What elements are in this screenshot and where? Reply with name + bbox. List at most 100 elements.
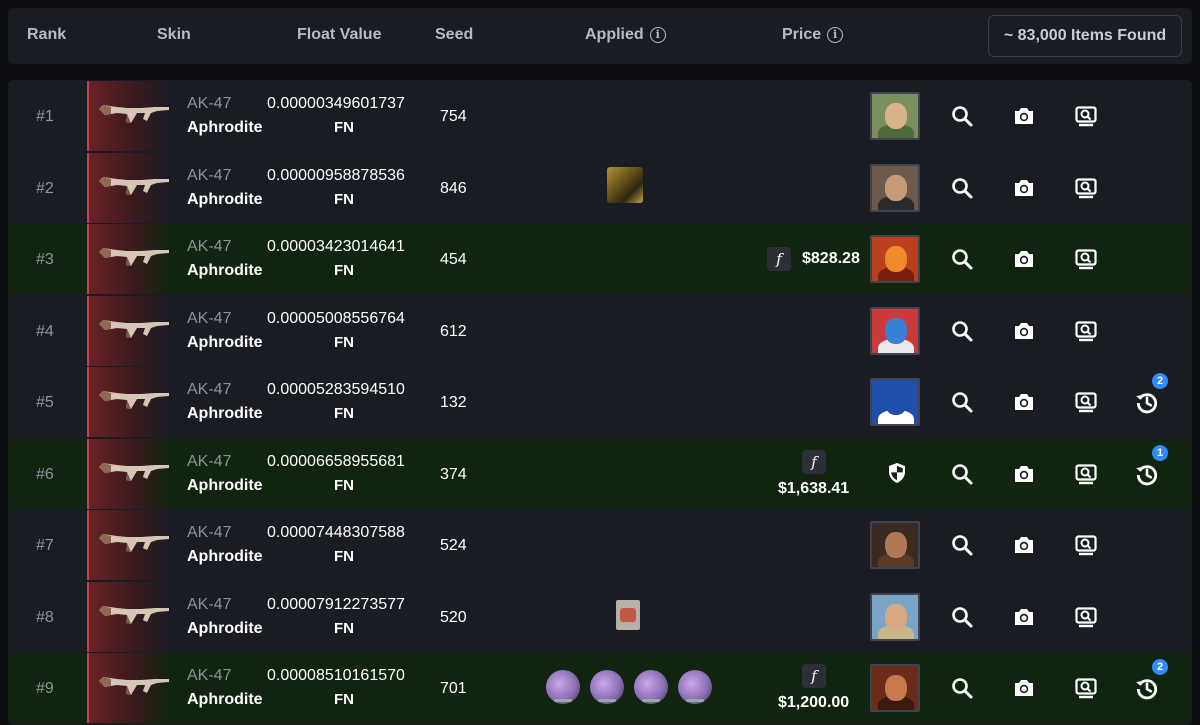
camera-icon[interactable] (1012, 605, 1036, 634)
skin-name: Aphrodite (187, 262, 263, 279)
rank-label: #1 (36, 108, 54, 125)
sticker-image[interactable] (634, 670, 668, 704)
wear-label: FN (334, 119, 354, 136)
sticker-image[interactable] (546, 670, 580, 704)
seed-value: 374 (440, 465, 467, 483)
camera-icon[interactable] (1012, 104, 1036, 133)
skin-thumbnail[interactable] (87, 224, 169, 294)
table-row[interactable]: #2 AK-47 Aphrodite 0.00000958878536 FN 846 (8, 152, 1192, 223)
column-skin[interactable]: Skin (157, 26, 191, 44)
screen-search-icon[interactable] (1074, 605, 1098, 634)
float-value[interactable]: 0.00008510161570 (267, 667, 405, 685)
table-row[interactable]: #7 AK-47 Aphrodite 0.00007448307588 FN 524 (8, 510, 1192, 580)
screen-search-icon[interactable] (1074, 533, 1098, 562)
search-icon[interactable] (950, 319, 974, 348)
table-row[interactable]: #3 AK-47 Aphrodite 0.00003423014641 FN 454 f $8… (8, 224, 1192, 294)
column-rank[interactable]: Rank (27, 26, 66, 44)
float-value[interactable]: 0.00006658955681 (267, 453, 405, 471)
camera-icon[interactable] (1012, 462, 1036, 491)
agent-avatar[interactable] (870, 306, 920, 355)
screen-search-icon[interactable] (1074, 176, 1098, 205)
info-icon[interactable]: i (827, 27, 844, 43)
column-applied[interactable]: Applied i (585, 26, 666, 44)
camera-icon[interactable] (1012, 176, 1036, 205)
float-value[interactable]: 0.00003423014641 (267, 238, 405, 256)
weapon-name: AK-47 (187, 667, 232, 684)
search-icon[interactable] (950, 605, 974, 634)
rank-label: #3 (36, 251, 54, 268)
skin-thumbnail[interactable] (87, 152, 169, 223)
agent-avatar[interactable] (870, 521, 920, 569)
search-icon[interactable] (950, 462, 974, 491)
skin-thumbnail[interactable] (87, 581, 169, 652)
float-value[interactable]: 0.00005283594510 (267, 381, 405, 399)
skin-thumbnail[interactable] (87, 295, 169, 366)
camera-icon[interactable] (1012, 390, 1036, 419)
float-badge[interactable]: f (767, 247, 791, 271)
skin-thumbnail[interactable] (87, 510, 169, 580)
table-row[interactable]: #4 AK-47 Aphrodite 0.00005008556764 FN 612 (8, 295, 1192, 366)
sticker-image[interactable] (590, 670, 624, 704)
table-row[interactable]: #9 AK-47 Aphrodite 0.00008510161570 FN 701 f $1… (8, 653, 1192, 723)
search-icon[interactable] (950, 390, 974, 419)
skin-thumbnail[interactable] (87, 438, 169, 509)
history-icon[interactable] (1134, 389, 1160, 420)
float-badge[interactable]: f (802, 449, 826, 474)
info-icon[interactable]: i (649, 27, 666, 43)
wear-label: FN (334, 262, 354, 279)
search-icon[interactable] (950, 176, 974, 205)
agent-avatar[interactable] (870, 592, 920, 641)
table-row[interactable]: #1 AK-47 Aphrodite 0.00000349601737 FN 754 (8, 81, 1192, 151)
price-label: $1,200.00 (778, 694, 850, 711)
search-icon[interactable] (950, 533, 974, 562)
screen-search-icon[interactable] (1074, 104, 1098, 133)
search-icon[interactable] (950, 676, 974, 705)
column-float-value[interactable]: Float Value (297, 26, 381, 44)
skin-name: Aphrodite (187, 405, 263, 422)
sticker-image[interactable] (678, 670, 712, 704)
screen-search-icon[interactable] (1074, 462, 1098, 491)
history-icon[interactable] (1134, 675, 1160, 706)
skin-thumbnail[interactable] (87, 81, 169, 151)
agent-avatar[interactable] (870, 664, 920, 712)
float-value[interactable]: 0.00000958878536 (267, 167, 405, 185)
skin-thumbnail[interactable] (87, 367, 169, 437)
column-seed[interactable]: Seed (435, 26, 473, 44)
screen-search-icon[interactable] (1074, 247, 1098, 276)
screen-search-icon[interactable] (1074, 676, 1098, 705)
agent-avatar[interactable] (870, 378, 920, 426)
float-value[interactable]: 0.00000349601737 (267, 95, 405, 113)
shield-icon (885, 461, 909, 490)
camera-icon[interactable] (1012, 676, 1036, 705)
price-label: $1,638.41 (778, 479, 850, 497)
search-icon[interactable] (950, 247, 974, 276)
float-value[interactable]: 0.00007448307588 (267, 524, 405, 542)
camera-icon[interactable] (1012, 319, 1036, 348)
table-row[interactable]: #6 AK-47 Aphrodite 0.00006658955681 FN 374 f $1… (8, 438, 1192, 509)
agent-avatar[interactable] (870, 92, 920, 140)
table-row[interactable]: #8 AK-47 Aphrodite 0.00007912273577 FN 520 (8, 581, 1192, 652)
seed-value: 754 (440, 108, 467, 125)
screen-search-icon[interactable] (1074, 390, 1098, 419)
agent-avatar[interactable] (870, 235, 920, 283)
search-icon[interactable] (950, 104, 974, 133)
rank-label: #4 (36, 322, 54, 340)
camera-icon[interactable] (1012, 533, 1036, 562)
agent-avatar[interactable] (870, 163, 920, 212)
skin-thumbnail[interactable] (87, 653, 169, 723)
history-count-badge: 2 (1152, 659, 1168, 675)
rank-label: #5 (36, 394, 54, 411)
camera-icon[interactable] (1012, 247, 1036, 276)
screen-search-icon[interactable] (1074, 319, 1098, 348)
history-icon[interactable] (1134, 461, 1160, 492)
skin-name: Aphrodite (187, 190, 263, 208)
table-row[interactable]: #5 AK-47 Aphrodite 0.00005283594510 FN 132 2 (8, 367, 1192, 437)
float-value[interactable]: 0.00005008556764 (267, 310, 405, 328)
sticker-image[interactable] (607, 166, 643, 203)
float-value[interactable]: 0.00007912273577 (267, 596, 405, 614)
agent-face (885, 603, 907, 630)
sticker-image[interactable] (616, 599, 640, 630)
column-price[interactable]: Price i (782, 26, 844, 44)
float-badge[interactable]: f (802, 664, 826, 688)
seed-value: 520 (440, 608, 467, 626)
